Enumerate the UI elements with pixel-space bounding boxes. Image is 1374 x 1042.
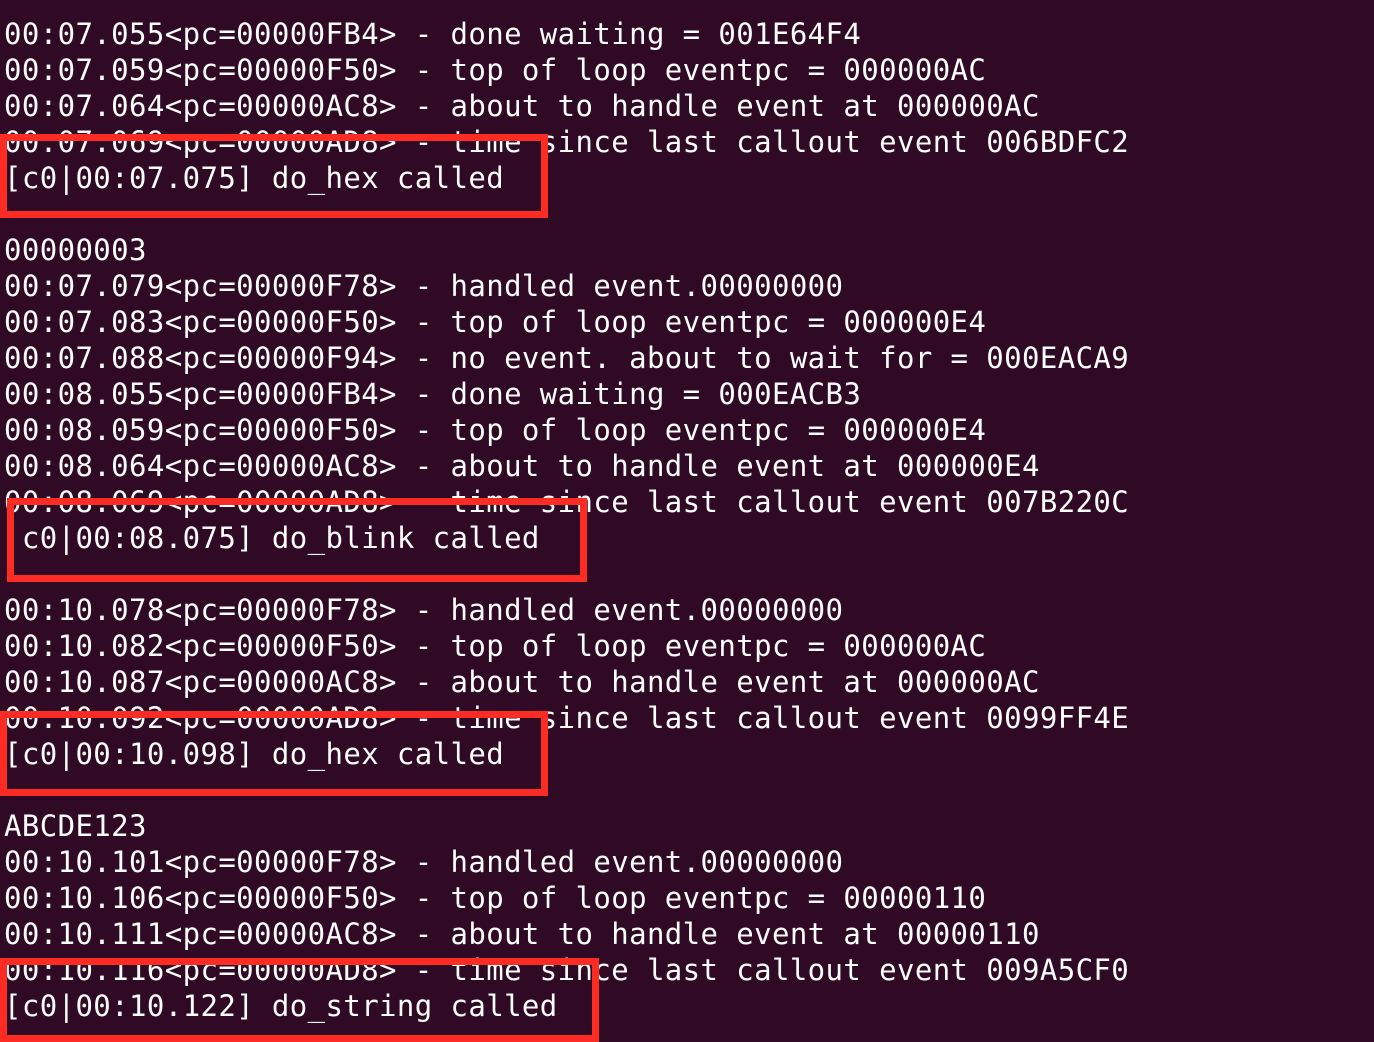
log-line: 00:10.116<pc=00000AD8> - time since last…	[4, 953, 1130, 987]
log-line: 00:07.059<pc=00000F50> - top of loop eve…	[4, 53, 987, 87]
callout-line: [c0|00:10.122] do_string called	[4, 989, 558, 1023]
log-line: 00:10.106<pc=00000F50> - top of loop eve…	[4, 881, 987, 915]
log-line: 00:07.088<pc=00000F94> - no event. about…	[4, 341, 1130, 375]
log-line: 00:10.082<pc=00000F50> - top of loop eve…	[4, 629, 987, 663]
blank-line	[4, 196, 1129, 232]
log-line: 00:08.055<pc=00000FB4> - done waiting = …	[4, 377, 862, 411]
log-line: 00:10.087<pc=00000AC8> - about to handle…	[4, 665, 1040, 699]
callout-line: c0|00:08.075] do_blink called	[4, 521, 540, 555]
log-line: 00:07.079<pc=00000F78> - handled event.0…	[4, 269, 844, 303]
log-line: 00:07.069<pc=00000AD8> - time since last…	[4, 125, 1130, 159]
callout-line: [c0|00:10.098] do_hex called	[4, 737, 505, 771]
log-line: 00:07.083<pc=00000F50> - top of loop eve…	[4, 305, 987, 339]
terminal-window[interactable]: 00:07.055<pc=00000FB4> - done waiting = …	[0, 0, 1374, 1042]
output-value-line: 00000003	[4, 233, 147, 267]
blank-line	[4, 556, 1129, 592]
log-line: 00:10.092<pc=00000AD8> - time since last…	[4, 701, 1130, 735]
output-value-line: ABCDE123	[4, 809, 147, 843]
log-line: 00:08.059<pc=00000F50> - top of loop eve…	[4, 413, 987, 447]
blank-line	[4, 772, 1129, 808]
log-line: 00:08.069<pc=00000AD8> - time since last…	[4, 485, 1130, 519]
log-line: 00:10.078<pc=00000F78> - handled event.0…	[4, 593, 844, 627]
log-line: 00:10.101<pc=00000F78> - handled event.0…	[4, 845, 844, 879]
terminal-output: 00:07.055<pc=00000FB4> - done waiting = …	[4, 16, 1129, 1024]
log-line: 00:08.064<pc=00000AC8> - about to handle…	[4, 449, 1040, 483]
log-line: 00:10.111<pc=00000AC8> - about to handle…	[4, 917, 1040, 951]
log-line: 00:07.055<pc=00000FB4> - done waiting = …	[4, 17, 862, 51]
log-line: 00:07.064<pc=00000AC8> - about to handle…	[4, 89, 1040, 123]
callout-line: [c0|00:07.075] do_hex called	[4, 161, 505, 195]
